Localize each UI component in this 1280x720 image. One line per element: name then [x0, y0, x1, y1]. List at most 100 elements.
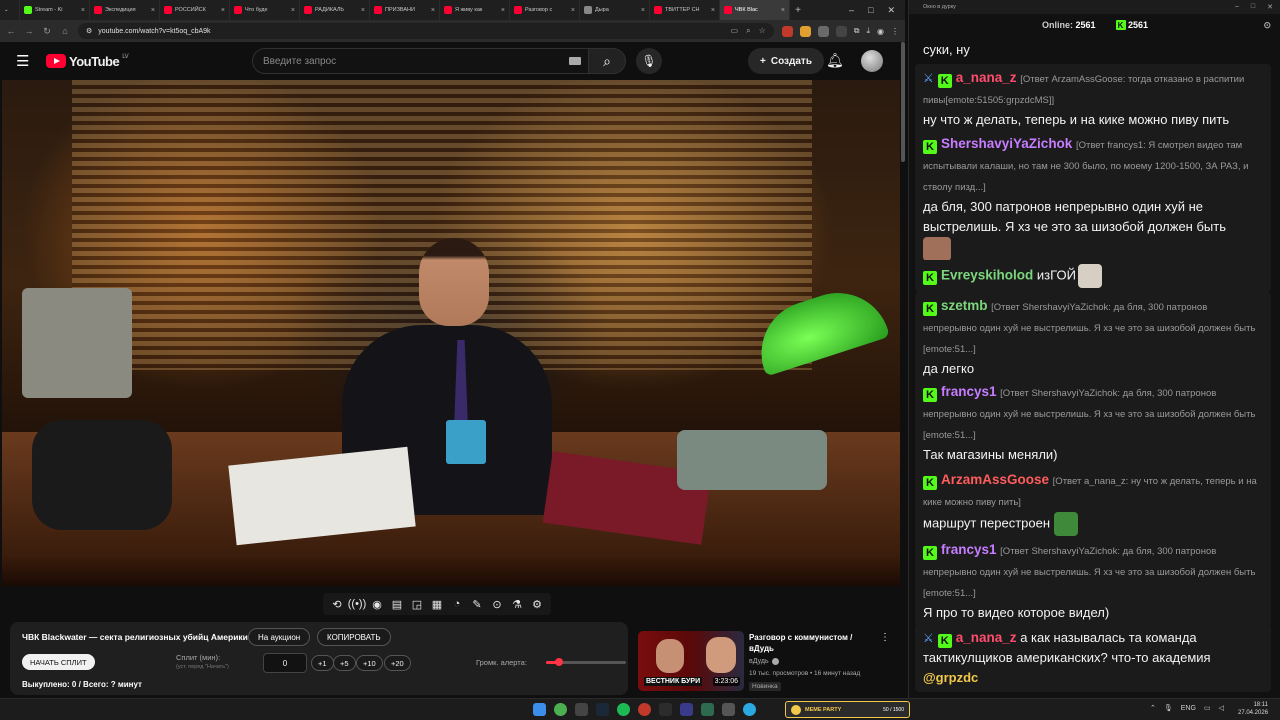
- steam-icon[interactable]: [596, 703, 609, 716]
- tab-close-icon[interactable]: ×: [781, 7, 785, 14]
- add-1-button[interactable]: +1: [311, 655, 334, 671]
- browser-tab[interactable]: Дыра ×: [580, 0, 650, 20]
- maximize-icon[interactable]: □: [868, 5, 873, 16]
- add-10-button[interactable]: +10: [356, 655, 383, 671]
- telegram-icon[interactable]: [743, 703, 756, 716]
- microphone-icon[interactable]: 🎙︎: [1164, 704, 1173, 712]
- tab-list-button[interactable]: ⌄: [0, 0, 20, 20]
- app-icon[interactable]: [638, 703, 651, 716]
- app-icon[interactable]: [659, 703, 672, 716]
- bookmark-star-icon[interactable]: ☆: [759, 26, 766, 36]
- auction-button[interactable]: На аукцион: [248, 628, 311, 646]
- tab-close-icon[interactable]: ×: [81, 7, 85, 14]
- cast-icon[interactable]: ▭: [731, 26, 739, 36]
- tab-close-icon[interactable]: ×: [361, 7, 365, 14]
- tab-close-icon[interactable]: ×: [571, 7, 575, 14]
- recommended-title[interactable]: Разговор с коммунистом / вДудь: [749, 632, 869, 654]
- search-button[interactable]: ⌕: [588, 48, 626, 74]
- profile-icon[interactable]: ◉: [877, 27, 884, 36]
- start-split-button[interactable]: НАЧАТЬ СПЛИТ: [22, 654, 95, 670]
- language-indicator[interactable]: ENG: [1181, 705, 1196, 712]
- page-scrollbar[interactable]: [901, 42, 905, 162]
- extension-icon[interactable]: [817, 25, 829, 37]
- close-icon[interactable]: ✕: [887, 5, 895, 16]
- chat-username[interactable]: ArzamAssGoose: [941, 472, 1049, 487]
- video-player[interactable]: [2, 80, 900, 586]
- settings-icon[interactable]: ⊙: [1263, 20, 1271, 31]
- site-info-icon[interactable]: ⚙: [86, 27, 92, 35]
- mention[interactable]: @grpzdc: [923, 668, 1263, 688]
- split-minutes-input[interactable]: 0: [263, 653, 307, 673]
- copy-button[interactable]: КОПИРОВАТЬ: [317, 628, 391, 646]
- volume-icon[interactable]: ◁: [1219, 704, 1224, 712]
- extension-icon[interactable]: [781, 25, 793, 37]
- menu-dots-icon[interactable]: ⋮: [891, 27, 899, 36]
- chat-username[interactable]: ShershavyiYaZichok: [941, 136, 1072, 151]
- spotify-icon[interactable]: [617, 703, 630, 716]
- alert-volume-slider[interactable]: [546, 658, 626, 666]
- notifications-bell-icon[interactable]: 🔔︎: [826, 52, 844, 69]
- voice-search-button[interactable]: 🎙: [636, 48, 662, 74]
- picture-in-picture-icon[interactable]: ◲: [409, 596, 425, 612]
- tab-close-icon[interactable]: ×: [431, 7, 435, 14]
- browser-tab[interactable]: Stream - Ki ×: [20, 0, 90, 20]
- broadcast-icon[interactable]: ((•)): [348, 596, 367, 612]
- browser-tab[interactable]: ТВИТТЕР СН ×: [650, 0, 720, 20]
- app-icon[interactable]: [722, 703, 735, 716]
- chat-username[interactable]: a_nana_z: [956, 70, 1017, 85]
- app-icon[interactable]: [701, 703, 714, 716]
- tab-close-icon[interactable]: ×: [221, 7, 225, 14]
- add-5-button[interactable]: +5: [333, 655, 356, 671]
- chat-username[interactable]: francys1: [941, 384, 997, 399]
- eye-icon[interactable]: ◉: [369, 596, 385, 612]
- start-icon[interactable]: [533, 703, 546, 716]
- browser-tab[interactable]: Экспедиция ×: [90, 0, 160, 20]
- chat-username[interactable]: francys1: [941, 542, 997, 557]
- network-icon[interactable]: ▭: [1204, 704, 1211, 712]
- frames-icon[interactable]: ▦: [429, 596, 445, 612]
- tab-close-icon[interactable]: ×: [641, 7, 645, 14]
- create-button[interactable]: + Создать: [748, 48, 824, 74]
- browser-tab[interactable]: Что буде ×: [230, 0, 300, 20]
- chrome-icon[interactable]: [554, 703, 567, 716]
- hamburger-menu-icon[interactable]: ☰: [16, 52, 32, 70]
- browser-tab[interactable]: РОССИЙСК ×: [160, 0, 230, 20]
- tab-close-icon[interactable]: ×: [501, 7, 505, 14]
- keyboard-icon[interactable]: [569, 57, 581, 65]
- close-icon[interactable]: ✕: [1267, 3, 1273, 11]
- search-input[interactable]: Введите запрос: [252, 48, 592, 74]
- slider-knob[interactable]: [555, 658, 563, 666]
- recommended-video[interactable]: ВЕСТНИК БУРИ 3:23:06 Разговор с коммунис…: [638, 628, 900, 696]
- camera-icon[interactable]: ⊙: [489, 596, 505, 612]
- chat-username[interactable]: Evreyskiholod: [941, 267, 1033, 282]
- browser-tab[interactable]: Разговор с ×: [510, 0, 580, 20]
- tab-close-icon[interactable]: ×: [711, 7, 715, 14]
- video-thumbnail[interactable]: ВЕСТНИК БУРИ 3:23:06: [638, 631, 744, 691]
- home-icon[interactable]: ⌂: [60, 26, 70, 36]
- new-tab-button[interactable]: +: [790, 5, 806, 16]
- channel-name[interactable]: вДудь: [749, 658, 769, 665]
- avatar[interactable]: [861, 50, 883, 72]
- loop-icon[interactable]: ⟲: [329, 596, 345, 612]
- gear-icon[interactable]: ⚙: [529, 596, 545, 612]
- chat-username[interactable]: a_nana_z: [956, 630, 1017, 645]
- chevron-up-icon[interactable]: ⌃: [1150, 704, 1156, 712]
- clock[interactable]: 18:11 27.04.2026: [1238, 701, 1268, 717]
- meme-party-widget[interactable]: MEME PARTY 50 / 1500: [785, 701, 910, 718]
- browser-tab[interactable]: Я живу как ×: [440, 0, 510, 20]
- explorer-icon[interactable]: [575, 703, 588, 716]
- url-field[interactable]: ⚙ youtube.com/watch?v=kt5oq_cbA9k ▭ ⌕ ☆: [78, 23, 774, 39]
- speed-icon[interactable]: ◔: [449, 596, 465, 612]
- minimize-icon[interactable]: –: [849, 5, 854, 16]
- more-options-icon[interactable]: ⋮: [880, 632, 890, 643]
- back-icon[interactable]: ←: [6, 26, 16, 36]
- browser-tab[interactable]: РАДИКАЛЬ ×: [300, 0, 370, 20]
- tab-close-icon[interactable]: ×: [151, 7, 155, 14]
- maximize-icon[interactable]: □: [1251, 3, 1255, 11]
- flask-icon[interactable]: ⚗: [509, 596, 525, 612]
- zoom-icon[interactable]: ⌕: [746, 26, 750, 36]
- puzzle-icon[interactable]: ⧉: [854, 26, 860, 36]
- app-icon[interactable]: [680, 703, 693, 716]
- film-icon[interactable]: ▤: [389, 596, 405, 612]
- edit-icon[interactable]: ✎: [469, 596, 485, 612]
